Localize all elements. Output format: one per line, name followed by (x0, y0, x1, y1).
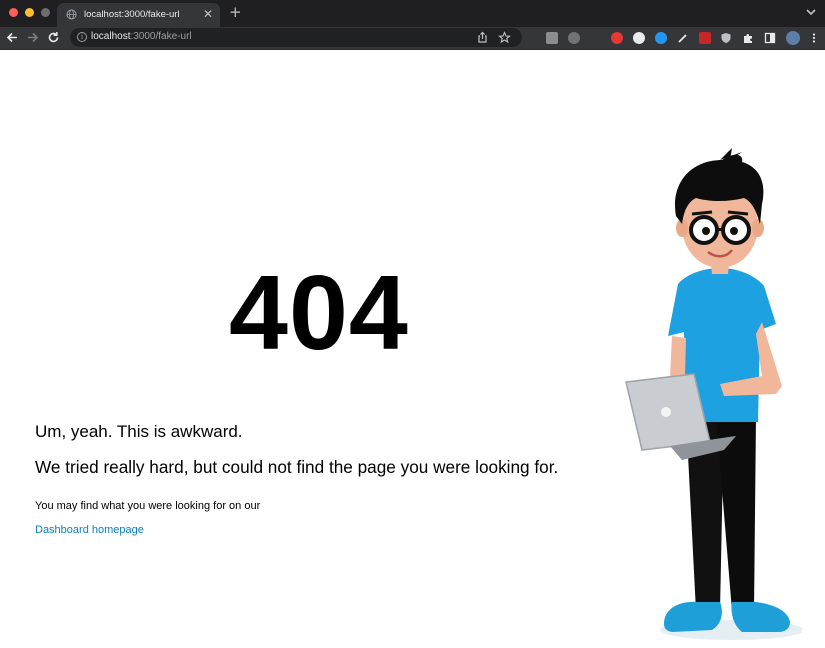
share-icon[interactable] (476, 31, 489, 44)
extension-icon[interactable] (655, 32, 667, 44)
extension-icon[interactable] (568, 32, 580, 44)
bookmark-star-icon[interactable] (498, 31, 511, 44)
extension-icon[interactable] (611, 32, 623, 44)
info-icon[interactable]: i (77, 32, 87, 42)
suggestion-text: You may find what you were looking for o… (35, 500, 261, 512)
error-code-heading: 404 (229, 254, 409, 372)
dashboard-homepage-link[interactable]: Dashboard homepage (35, 524, 144, 536)
minimize-window-button[interactable] (25, 8, 34, 17)
address-bar[interactable]: i localhost:3000/fake-url (70, 28, 522, 47)
back-arrow-icon[interactable] (5, 30, 20, 45)
apple-logo-icon (661, 407, 671, 417)
browser-tab-bar: localhost:3000/fake-url ✕ + (0, 0, 825, 27)
awkward-message: Um, yeah. This is awkward. (35, 422, 243, 441)
browser-toolbar: i localhost:3000/fake-url (0, 27, 825, 50)
puzzle-icon[interactable] (742, 32, 754, 44)
avatar[interactable] (786, 31, 800, 45)
globe-icon (66, 9, 77, 20)
developer-with-laptop-illustration (625, 148, 802, 640)
browser-tab[interactable]: localhost:3000/fake-url ✕ (57, 3, 220, 27)
left-eye (702, 227, 710, 235)
right-eye (730, 227, 738, 235)
more-menu-icon[interactable] (808, 32, 820, 44)
page-content: 404 Um, yeah. This is awkward. We tried … (0, 50, 825, 648)
pen-icon[interactable] (677, 32, 689, 44)
window-controls (9, 8, 50, 17)
forward-arrow-icon[interactable] (25, 30, 40, 45)
extension-icon[interactable] (546, 32, 558, 44)
tab-close-icon[interactable]: ✕ (203, 7, 213, 21)
not-found-message: We tried really hard, but could not find… (35, 457, 559, 477)
left-shoe (664, 601, 722, 632)
shield-icon[interactable] (720, 32, 732, 44)
maximize-window-button[interactable] (41, 8, 50, 17)
extension-icon[interactable] (633, 32, 645, 44)
url-text[interactable]: localhost:3000/fake-url (91, 31, 192, 42)
close-window-button[interactable] (9, 8, 18, 17)
chevron-down-icon[interactable] (804, 5, 818, 19)
new-tab-button[interactable]: + (229, 5, 242, 20)
reload-icon[interactable] (46, 30, 61, 45)
extension-icon[interactable] (699, 32, 711, 44)
right-shoe (731, 602, 790, 632)
tab-title: localhost:3000/fake-url (84, 9, 180, 20)
side-panel-icon[interactable] (764, 32, 776, 44)
